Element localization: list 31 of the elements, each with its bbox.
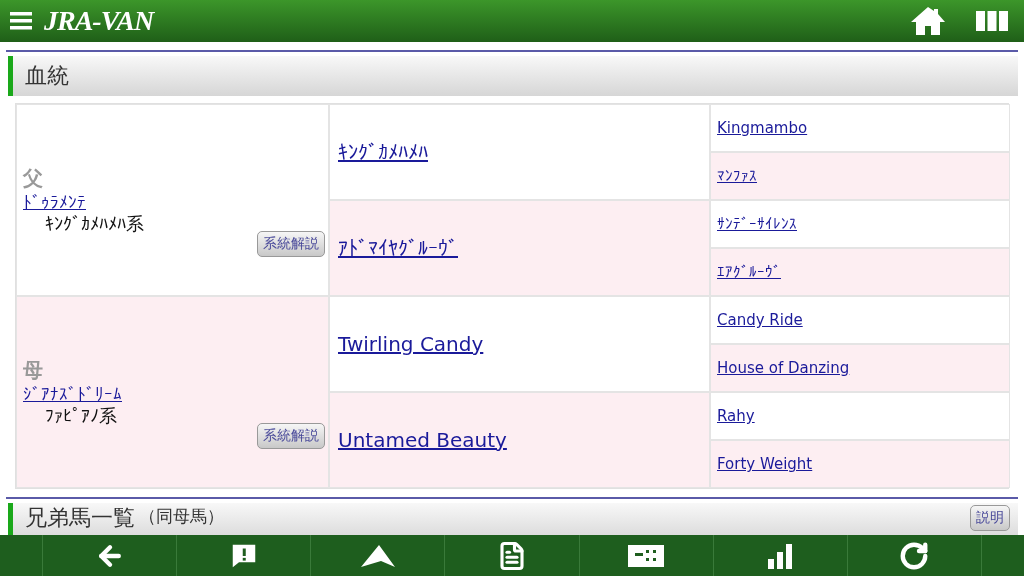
section-title: 血統 <box>25 63 69 89</box>
document-icon[interactable] <box>497 540 527 571</box>
horse-name-link[interactable]: ﾄﾞｩﾗﾒﾝﾃ <box>23 191 86 212</box>
horse-name-link[interactable]: Kingmambo <box>717 119 808 137</box>
ticket-icon[interactable] <box>627 542 666 569</box>
horse-name-link[interactable]: ｷﾝｸﾞｶﾒﾊﾒﾊ <box>338 140 428 164</box>
app-logo: JRA-VAN <box>44 5 154 37</box>
section-title: 兄弟馬一覧 <box>25 505 135 531</box>
sire-line-label: ﾌｧﾋﾟｱﾉ系 <box>45 403 117 428</box>
horse-name-link[interactable]: Untamed Beauty <box>338 428 507 452</box>
horse-name-link[interactable]: ｴｱｸﾞﾙｰｳﾞ <box>717 263 781 281</box>
horse-name-link[interactable]: Twirling Candy <box>338 332 484 356</box>
section-subtitle: （同母馬） <box>139 505 224 528</box>
horse-name-link[interactable]: Candy Ride <box>717 311 803 329</box>
horse-name-link[interactable]: ｻﾝﾃﾞｰｻｲﾚﾝｽ <box>717 215 797 233</box>
horse-name-link[interactable]: ﾏﾝﾌｧｽ <box>717 167 757 185</box>
horse-name-link[interactable]: Forty Weight <box>717 455 813 473</box>
horse-name-link[interactable]: Rahy <box>717 407 755 425</box>
parent-role-label: 母 <box>23 356 43 384</box>
parent-role-label: 父 <box>23 164 43 192</box>
horse-name-link[interactable]: House of Danzing <box>717 359 850 377</box>
line-info-button[interactable]: 系統解説 <box>257 231 325 257</box>
horse-name-link[interactable]: ｱﾄﾞﾏｲﾔｸﾞﾙｰｳﾞ <box>338 236 458 260</box>
menu-button[interactable] <box>10 10 32 32</box>
columns-button[interactable] <box>976 9 1008 33</box>
line-info-button[interactable]: 系統解説 <box>257 423 325 449</box>
refresh-icon[interactable] <box>899 540 930 571</box>
sire-line-label: ｷﾝｸﾞｶﾒﾊﾒﾊ系 <box>45 211 144 236</box>
horse-name-link[interactable]: ｼﾞｱﾅｽﾞﾄﾞﾘｰﾑ <box>23 383 122 404</box>
explanation-button[interactable]: 説明 <box>970 505 1010 531</box>
home-button[interactable] <box>910 6 946 36</box>
